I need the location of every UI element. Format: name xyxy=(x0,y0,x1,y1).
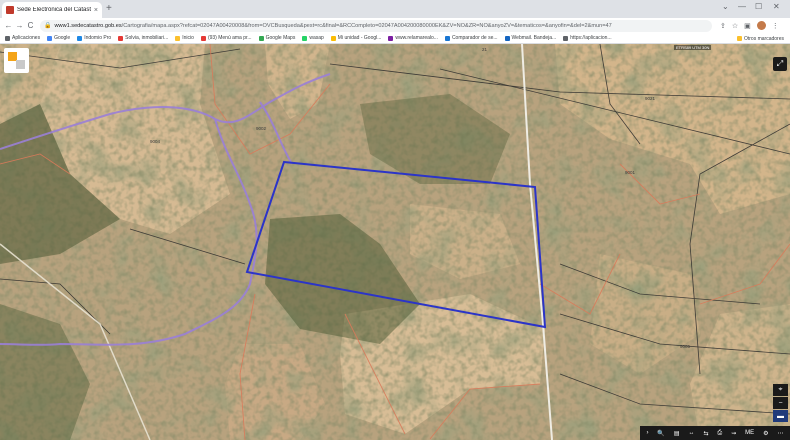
bookmark-star-icon[interactable]: ☆ xyxy=(732,22,738,30)
cadastral-map[interactable]: 21 9021 9001 9002 9004 9005 ETRS89 UTM 3… xyxy=(0,44,790,440)
bookmark-wasap[interactable]: wasap xyxy=(302,35,324,41)
maximize-button[interactable]: ☐ xyxy=(755,2,762,11)
page-icon xyxy=(563,35,569,41)
share-icon[interactable]: ⇪ xyxy=(720,22,726,30)
drive-icon xyxy=(330,35,336,41)
parcel-label: 21 xyxy=(482,47,488,52)
close-window-button[interactable]: ✕ xyxy=(773,2,780,11)
zoom-out-button[interactable]: − xyxy=(773,397,788,409)
bookmark-indomio[interactable]: Indomio Pro xyxy=(77,35,111,41)
bookmark-solvia[interactable]: Solvia, inmobiliari... xyxy=(118,35,168,41)
new-tab-button[interactable]: + xyxy=(106,3,112,15)
parcel-label: 9021 xyxy=(645,96,656,101)
indomio-icon xyxy=(77,35,83,41)
star-icon xyxy=(175,35,181,41)
extensions-icon[interactable]: ▣ xyxy=(744,22,751,30)
settings-icon[interactable]: ⚙ xyxy=(763,430,768,437)
fullscreen-icon[interactable]: ⤢ xyxy=(773,57,787,71)
print-icon[interactable]: ⎙ xyxy=(717,430,722,437)
bookmark-menu-ama[interactable]: (93) Menú ama pr... xyxy=(200,35,252,41)
folder-icon xyxy=(736,36,742,41)
forward-button[interactable]: → xyxy=(14,21,25,30)
bookmark-relama[interactable]: www.relamarealo... xyxy=(388,35,438,41)
expand-toolbar-icon[interactable]: › xyxy=(646,430,648,436)
browser-toolbar: ← → C 🔒 www1.sedecatastro.gob.es/Cartogr… xyxy=(0,18,790,33)
reload-button[interactable]: C xyxy=(25,21,36,30)
comparador-icon xyxy=(444,35,450,41)
menu-ama-icon xyxy=(200,35,206,41)
bookmark-inicio[interactable]: Inicio xyxy=(175,35,194,41)
apps-grid-icon xyxy=(5,35,10,41)
profile-avatar[interactable] xyxy=(756,21,766,30)
browser-tab[interactable]: Sede Electrónica del Catastro × xyxy=(2,2,102,18)
bookmark-apps[interactable]: Aplicaciones xyxy=(5,35,40,41)
measure-icon[interactable]: ↔ xyxy=(688,430,694,436)
map-side-controls: ⌖ − ▬ xyxy=(773,384,788,422)
bookmark-webmail[interactable]: Webmail. Bandeja... xyxy=(504,35,556,41)
parcel-label: 9004 xyxy=(150,139,161,144)
me-button[interactable]: ME xyxy=(745,430,754,436)
bookmark-aplicacion[interactable]: https://aplicacion... xyxy=(563,35,612,41)
solvia-icon xyxy=(118,35,124,41)
tab-title: Sede Electrónica del Catastro xyxy=(17,7,91,13)
parcel-label: 9001 xyxy=(625,170,636,175)
minimize-button[interactable]: — xyxy=(738,2,746,11)
layer-toggle-button[interactable]: ▬ xyxy=(773,410,788,422)
route-icon[interactable]: ⇝ xyxy=(731,430,736,437)
relama-icon xyxy=(388,35,394,41)
bookmark-google[interactable]: Google xyxy=(47,35,70,41)
tab-search-icon[interactable]: ⌄ xyxy=(722,2,729,11)
tab-close-icon[interactable]: × xyxy=(94,7,98,14)
lock-icon: 🔒 xyxy=(44,23,52,29)
catastro-favicon-icon xyxy=(6,6,14,14)
webmail-icon xyxy=(504,35,510,41)
catastro-logo xyxy=(4,48,29,73)
aerial-imagery xyxy=(0,44,790,440)
browser-menu-icon[interactable]: ⋮ xyxy=(772,22,779,30)
locate-icon[interactable]: ⌖ xyxy=(773,384,788,396)
projection-label: ETRS89 UTM 30N xyxy=(674,45,712,50)
more-icon[interactable]: ⋯ xyxy=(777,430,783,437)
bookmark-comparador[interactable]: Comparador de se... xyxy=(444,35,498,41)
maps-pin-icon xyxy=(258,35,264,41)
toolbar-actions: ⇪ ☆ ▣ ⋮ xyxy=(720,21,779,30)
search-icon[interactable]: 🔍 xyxy=(657,430,664,437)
parcel-label: 9002 xyxy=(256,126,267,131)
layers-icon[interactable]: ▤ xyxy=(674,430,680,437)
whatsapp-icon xyxy=(302,35,308,41)
url-text: www1.sedecatastro.gob.es/Cartografia/map… xyxy=(54,22,612,29)
tab-strip: Sede Electrónica del Catastro × + ⌄ — ☐ … xyxy=(0,0,790,18)
bookmark-google-maps[interactable]: Google Maps xyxy=(258,35,295,41)
bookmark-drive[interactable]: Mi unidad - Googl... xyxy=(330,35,381,41)
bookmarks-bar: Aplicaciones Google Indomio Pro Solvia, … xyxy=(0,33,790,44)
google-icon xyxy=(47,35,53,41)
map-toolbar: › 🔍 ▤ ↔ ⇆ ⎙ ⇝ ME ⚙ ⋯ xyxy=(640,426,790,440)
other-bookmarks[interactable]: Otros marcadores xyxy=(732,33,784,43)
back-button[interactable]: ← xyxy=(3,21,14,30)
address-bar[interactable]: 🔒 www1.sedecatastro.gob.es/Cartografia/m… xyxy=(40,19,712,32)
parcel-label: 9005 xyxy=(680,344,691,349)
compare-icon[interactable]: ⇆ xyxy=(703,430,708,437)
